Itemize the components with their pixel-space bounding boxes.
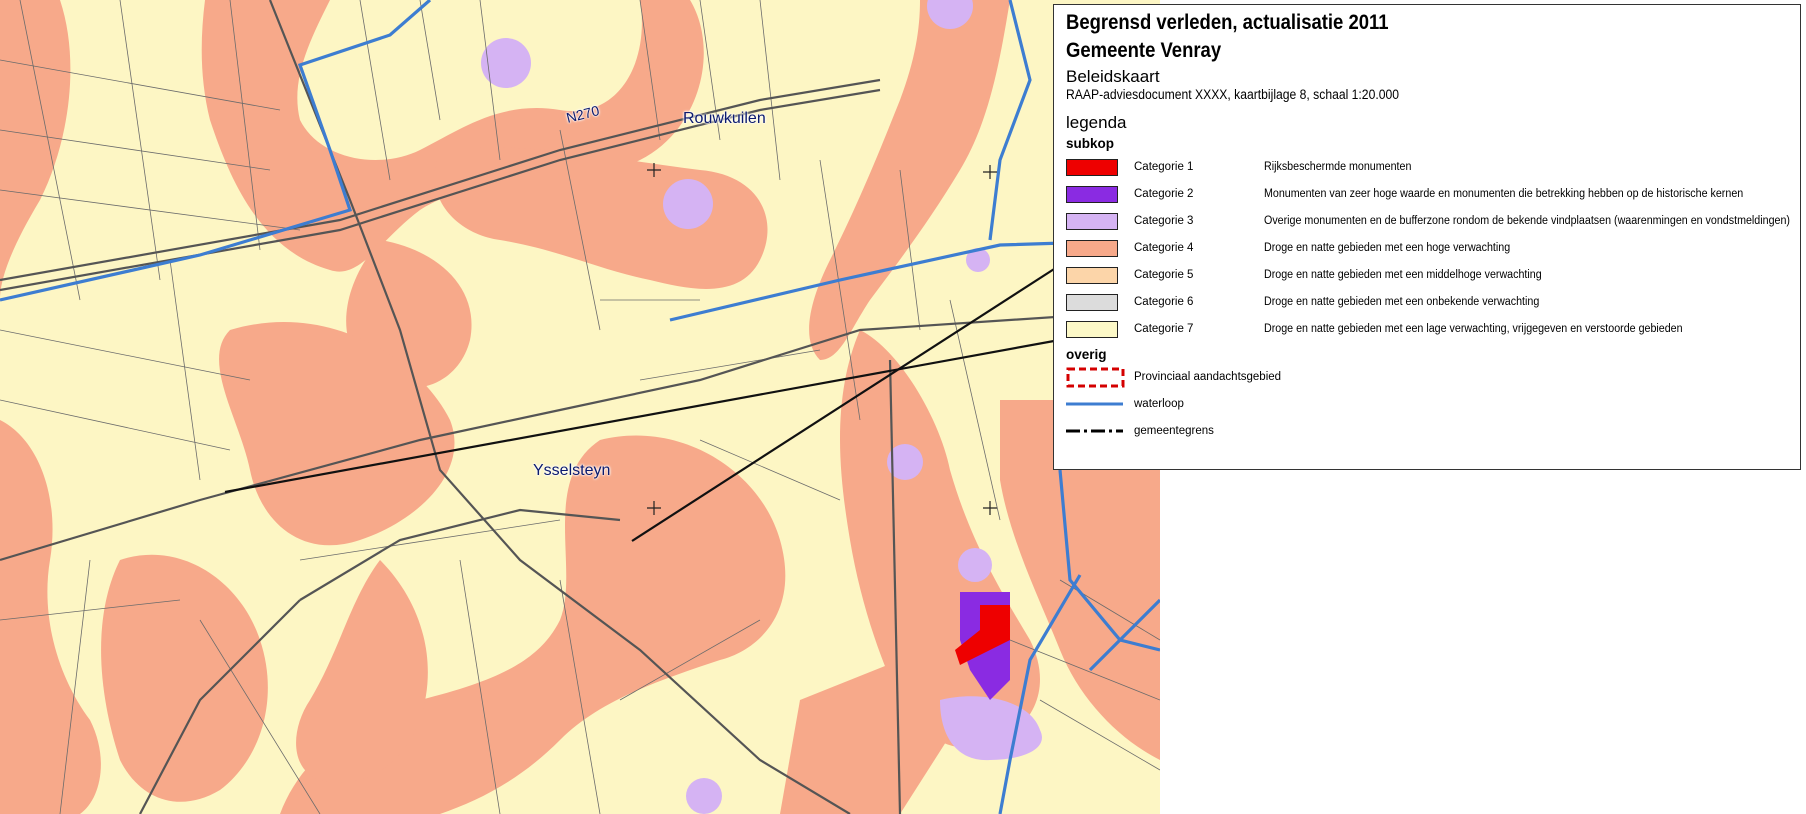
- category-description: Droge en natte gebieden met een onbekend…: [1264, 296, 1540, 308]
- category-label: Categorie 6: [1134, 296, 1194, 308]
- legend-row: Categorie 5 Droge en natte gebieden met …: [1066, 263, 1800, 290]
- place-label-ysselsteyn: Ysselsteyn: [533, 462, 611, 479]
- other-label: waterloop: [1134, 398, 1184, 410]
- legend-title-line1: Begrensd verleden, actualisatie 2011: [1066, 11, 1389, 34]
- category-description: Monumenten van zeer hoge waarde en monum…: [1264, 188, 1744, 200]
- legend-row: Categorie 3 Overige monumenten en de buf…: [1066, 209, 1800, 236]
- legend-row: Categorie 6 Droge en natte gebieden met …: [1066, 290, 1800, 317]
- category-7-swatch: [1066, 321, 1118, 338]
- category-2-swatch: [1066, 186, 1118, 203]
- legend-category-list: Categorie 1 Rijksbeschermde monumenten C…: [1066, 155, 1800, 344]
- category-label: Categorie 5: [1134, 269, 1194, 281]
- legend-source: RAAP-adviesdocument XXXX, kaartbijlage 8…: [1066, 87, 1399, 102]
- legend-panel: Begrensd verleden, actualisatie 2011 Gem…: [1053, 4, 1801, 470]
- other-label: gemeentegrens: [1134, 425, 1214, 437]
- legend-section-title: subkop: [1066, 136, 1115, 151]
- category-label: Categorie 4: [1134, 242, 1194, 254]
- legend-row: Categorie 7 Droge en natte gebieden met …: [1066, 317, 1800, 344]
- legend-other-row: waterloop: [1066, 391, 1800, 418]
- category-label: Categorie 7: [1134, 323, 1194, 335]
- category-3-swatch: [1066, 213, 1118, 230]
- category-description: Rijksbeschermde monumenten: [1264, 161, 1412, 173]
- category-6-swatch: [1066, 294, 1118, 311]
- legend-row: Categorie 1 Rijksbeschermde monumenten: [1066, 155, 1800, 182]
- legend-row: Categorie 4 Droge en natte gebieden met …: [1066, 236, 1800, 263]
- legend-other-title: overig: [1066, 347, 1107, 362]
- legend-other-row: Provinciaal aandachtsgebied: [1066, 364, 1800, 391]
- category-description: Droge en natte gebieden met een lage ver…: [1264, 323, 1683, 335]
- category-description: Droge en natte gebieden met een hoge ver…: [1264, 242, 1511, 254]
- category-1-swatch: [1066, 159, 1118, 176]
- legend-other-row: gemeentegrens: [1066, 418, 1800, 445]
- blue-line-icon: [1066, 402, 1123, 406]
- legend-row: Categorie 2 Monumenten van zeer hoge waa…: [1066, 182, 1800, 209]
- legend-heading: legenda: [1066, 113, 1127, 132]
- category-label: Categorie 1: [1134, 161, 1194, 173]
- legend-title-line2: Gemeente Venray: [1066, 39, 1222, 62]
- category-label: Categorie 2: [1134, 188, 1194, 200]
- dashed-red-box-icon: [1066, 367, 1125, 388]
- dash-dot-line-icon: [1066, 429, 1123, 433]
- legend-subtitle: Beleidskaart: [1066, 67, 1160, 86]
- category-description: Overige monumenten en de bufferzone rond…: [1264, 215, 1790, 227]
- category-description: Droge en natte gebieden met een middelho…: [1264, 269, 1542, 281]
- other-label: Provinciaal aandachtsgebied: [1134, 371, 1282, 383]
- map-view[interactable]: Rouwkuilen Ysselsteyn N270: [0, 0, 1160, 814]
- place-label-rouwkuilen: Rouwkuilen: [683, 110, 766, 127]
- category-4-swatch: [1066, 240, 1118, 257]
- category-label: Categorie 3: [1134, 215, 1194, 227]
- category-5-swatch: [1066, 267, 1118, 284]
